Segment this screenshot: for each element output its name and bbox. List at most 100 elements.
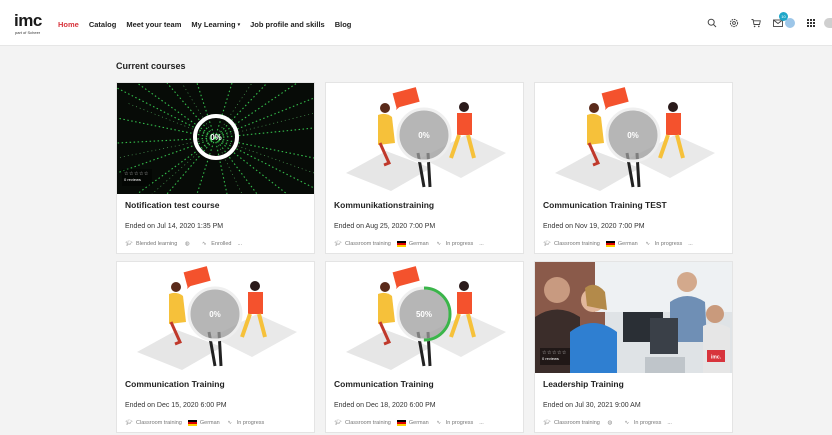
graduation-cap-icon: 🎓︎	[543, 240, 551, 247]
course-language: German	[199, 419, 220, 426]
chevron-down-icon: ▾	[237, 21, 241, 28]
nav-catalog[interactable]: Catalog	[89, 20, 117, 29]
course-title[interactable]: Leadership Training	[543, 379, 624, 389]
course-status: In progress	[633, 419, 662, 426]
communication-illustration: 50%	[346, 266, 506, 370]
course-card[interactable]: 50% Communication Training Ended on Dec …	[325, 261, 524, 433]
logo-text: imc	[14, 11, 42, 30]
course-card[interactable]: 0% Communication Training TEST Ended on …	[534, 82, 733, 254]
course-meta: 🎓︎ Blended learning ◍ ∿ Enrolled ...	[125, 240, 243, 247]
more-icon[interactable]: ...	[237, 241, 242, 247]
progress-text: 50%	[416, 310, 432, 319]
gear-icon[interactable]	[729, 18, 739, 28]
more-icon[interactable]: ...	[688, 241, 693, 247]
section-title: Current courses	[116, 61, 186, 71]
course-card[interactable]: 0% ☆☆☆☆☆ 0 reviews Notification test cou…	[116, 82, 315, 254]
course-status: Enrolled	[211, 240, 232, 247]
cart-icon[interactable]	[751, 18, 761, 28]
more-icon[interactable]: ...	[479, 420, 484, 426]
globe-icon: ◍	[184, 240, 190, 247]
activity-icon: ∿	[201, 240, 207, 247]
rating-overlay: ☆☆☆☆☆ 0 reviews	[540, 348, 570, 365]
activity-icon: ∿	[436, 240, 442, 247]
more-icon[interactable]: ...	[667, 420, 672, 426]
german-flag-icon	[605, 240, 615, 247]
course-language: German	[408, 419, 429, 426]
course-meta: 🎓︎ Classroom training ◍ ∿ In progress ...	[543, 419, 672, 426]
course-meta: 🎓︎ Classroom training German ∿ In progress…	[334, 240, 484, 247]
progress-text: 0%	[210, 132, 222, 142]
course-status: In progress	[445, 240, 474, 247]
course-type: Classroom training	[554, 419, 600, 426]
rating-overlay: ☆☆☆☆☆ 0 reviews	[122, 169, 152, 186]
communication-illustration: 0%	[555, 87, 715, 191]
course-image-illustration: 0%	[535, 83, 732, 194]
main-nav: Home Catalog Meet your team My Learning ▾…	[58, 20, 361, 29]
course-status: In progress	[236, 419, 265, 426]
course-title[interactable]: Notification test course	[125, 200, 219, 210]
course-card[interactable]: 0% Communication Training Ended on Dec 1…	[116, 261, 315, 433]
search-icon[interactable]	[707, 18, 717, 28]
activity-icon: ∿	[227, 419, 233, 426]
course-title[interactable]: Communication Training	[334, 379, 434, 389]
notification-badge: 10	[779, 12, 788, 21]
course-title[interactable]: Kommunikationstraining	[334, 200, 434, 210]
nav-job-profile-and-skills[interactable]: Job profile and skills	[250, 20, 325, 29]
course-title[interactable]: Communication Training TEST	[543, 200, 667, 210]
communication-illustration: 0%	[137, 266, 297, 370]
mail-icon[interactable]: 10	[773, 12, 788, 28]
course-status: In progress	[445, 419, 474, 426]
course-type: Blended learning	[136, 240, 178, 247]
nav-meet-your-team[interactable]: Meet your team	[126, 20, 181, 29]
course-date: Ended on Dec 15, 2020 6:00 PM	[125, 402, 227, 409]
imc-watermark: imc.	[711, 355, 722, 361]
course-image-illustration: 50%	[326, 262, 523, 373]
course-image-matrix: 0% ☆☆☆☆☆ 0 reviews	[117, 83, 314, 194]
german-flag-icon	[396, 240, 406, 247]
course-meta: 🎓︎ Classroom training German ∿ In progress…	[543, 240, 693, 247]
graduation-cap-icon: 🎓︎	[334, 240, 342, 247]
graduation-cap-icon: 🎓︎	[543, 419, 551, 426]
course-image-illustration: 0%	[117, 262, 314, 373]
nav-my-learning[interactable]: My Learning ▾	[191, 20, 240, 29]
course-date: Ended on Aug 25, 2020 7:00 PM	[334, 223, 436, 230]
german-flag-icon	[396, 419, 406, 426]
graduation-cap-icon: 🎓︎	[125, 419, 133, 426]
globe-icon: ◍	[607, 419, 613, 426]
course-card[interactable]: imc. ☆☆☆☆☆ 0 reviews Leadership Training…	[534, 261, 733, 433]
course-type: Classroom training	[136, 419, 182, 426]
course-date: Ended on Jul 14, 2020 1:35 PM	[125, 223, 224, 230]
progress-text: 0%	[627, 131, 639, 140]
activity-icon: ∿	[436, 419, 442, 426]
course-language: German	[408, 240, 429, 247]
course-language: German	[617, 240, 638, 247]
course-type: Classroom training	[345, 419, 391, 426]
top-navigation-bar: imc part of Scheer Home Catalog Meet you…	[0, 0, 832, 46]
reviews-count: 0 reviews	[124, 177, 141, 182]
apps-grid-icon[interactable]	[807, 18, 816, 28]
more-icon[interactable]: ...	[479, 241, 484, 247]
nav-blog[interactable]: Blog	[335, 20, 352, 29]
course-meta: 🎓︎ Classroom training German ∿ In progress	[125, 419, 270, 426]
course-date: Ended on Dec 18, 2020 6:00 PM	[334, 402, 436, 409]
course-image-illustration: 0%	[326, 83, 523, 194]
reviews-count: 0 reviews	[542, 356, 559, 361]
course-image-photo: imc. ☆☆☆☆☆ 0 reviews	[535, 262, 732, 373]
progress-text: 0%	[209, 310, 221, 319]
course-card[interactable]: 0% Kommunikationstraining Ended on Aug 2…	[325, 82, 524, 254]
header-icons: 10	[695, 12, 832, 32]
graduation-cap-icon: 🎓︎	[334, 419, 342, 426]
course-date: Ended on Nov 19, 2020 7:00 PM	[543, 223, 645, 230]
progress-ring: 0%	[193, 114, 239, 160]
course-status: In progress	[654, 240, 683, 247]
nav-home[interactable]: Home	[58, 20, 79, 29]
imc-logo[interactable]: imc part of Scheer	[14, 11, 48, 35]
course-date: Ended on Jul 30, 2021 9:00 AM	[543, 402, 641, 409]
profile-edge-icon[interactable]	[824, 18, 832, 28]
progress-text: 0%	[418, 131, 430, 140]
course-title[interactable]: Communication Training	[125, 379, 225, 389]
course-type: Classroom training	[345, 240, 391, 247]
graduation-cap-icon: 🎓︎	[125, 240, 133, 247]
logo-subtext: part of Scheer	[15, 30, 41, 35]
german-flag-icon	[187, 419, 197, 426]
